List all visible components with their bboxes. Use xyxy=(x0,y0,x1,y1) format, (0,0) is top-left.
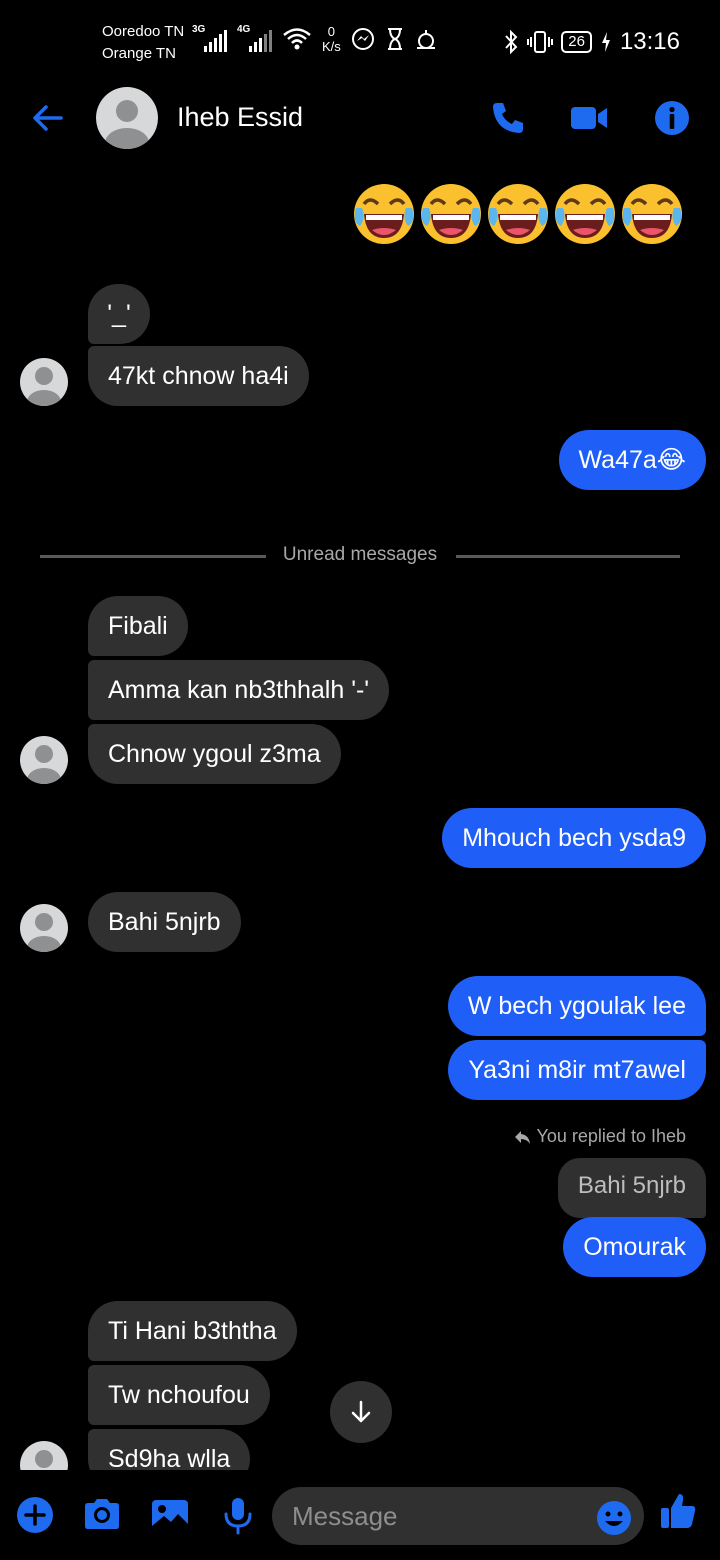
gallery-icon[interactable] xyxy=(149,1494,191,1536)
default-avatar-icon xyxy=(35,1450,53,1468)
back-arrow-icon[interactable] xyxy=(28,98,68,138)
laughing-emoji-icon xyxy=(421,184,481,244)
laughing-emoji-icon xyxy=(488,184,548,244)
sender-avatar[interactable] xyxy=(20,904,68,952)
charging-icon xyxy=(601,32,610,52)
emoji-icon[interactable] xyxy=(595,1499,633,1537)
camera-icon[interactable] xyxy=(81,1494,123,1536)
quoted-message[interactable]: Bahi 5njrb xyxy=(557,1158,706,1218)
clock: 13:16 xyxy=(619,28,680,55)
incoming-message[interactable]: Ti Hani b3ththa xyxy=(88,1301,297,1361)
default-avatar-icon xyxy=(105,100,149,149)
carrier-names: Ooredoo TN Orange TN xyxy=(102,21,184,65)
divider-line xyxy=(456,555,680,558)
network-type-2: 4G xyxy=(237,24,251,35)
conversation-header: Iheb Essid xyxy=(0,84,720,154)
signal-icon-sim1: 3G xyxy=(192,24,227,52)
outgoing-message[interactable]: Ya3ni m8ir mt7awel xyxy=(448,1040,706,1100)
contact-avatar[interactable] xyxy=(96,87,158,149)
incoming-message[interactable]: Fibali xyxy=(88,596,188,656)
emoji-row xyxy=(352,182,684,246)
incoming-message[interactable]: 47kt chnow ha4i xyxy=(88,346,309,406)
scroll-to-bottom-button[interactable] xyxy=(330,1381,392,1443)
message-composer xyxy=(0,1470,720,1560)
network-type-1: 3G xyxy=(192,24,206,35)
incoming-message[interactable]: Chnow ygoul z3ma xyxy=(88,724,341,784)
incoming-message[interactable]: Sd9ha wlla xyxy=(88,1429,251,1470)
incoming-message[interactable]: Tw nchoufou xyxy=(88,1365,270,1425)
laughing-emoji-icon xyxy=(555,184,615,244)
status-icons-left: 3G 4G 0 K/s xyxy=(192,24,437,54)
outgoing-message[interactable]: Mhouch bech ysda9 xyxy=(442,808,706,868)
info-icon[interactable] xyxy=(652,98,692,138)
default-avatar-icon xyxy=(27,745,61,784)
speed-unit: K/s xyxy=(322,39,341,54)
default-avatar-icon xyxy=(27,913,61,952)
wifi-icon xyxy=(283,28,311,50)
hourglass-icon xyxy=(387,28,402,50)
incoming-message[interactable]: Bahi 5njrb xyxy=(88,892,241,952)
battery-indicator: 26 xyxy=(561,31,592,53)
sender-avatar[interactable] xyxy=(20,358,68,406)
messenger-notification-icon xyxy=(351,28,374,50)
bluetooth-icon xyxy=(505,29,518,55)
reply-indicator: You replied to Iheb xyxy=(513,1126,686,1147)
carrier-2: Orange TN xyxy=(102,45,176,62)
laughing-emoji-icon xyxy=(354,184,414,244)
network-speed: 0 K/s xyxy=(322,24,341,54)
outgoing-message[interactable]: Wa47a😂 xyxy=(558,430,706,490)
laughing-emoji-icon xyxy=(622,184,682,244)
sender-avatar[interactable] xyxy=(20,1441,68,1470)
carrier-1: Ooredoo TN xyxy=(102,23,185,40)
unread-divider: Unread messages xyxy=(40,541,680,571)
sender-avatar[interactable] xyxy=(20,736,68,784)
arrow-down-icon xyxy=(351,1400,371,1423)
microphone-icon[interactable] xyxy=(217,1494,259,1536)
default-avatar-icon xyxy=(27,367,61,406)
video-camera-icon[interactable] xyxy=(569,98,609,138)
incoming-message[interactable]: '_' xyxy=(88,284,150,344)
status-bar: Ooredoo TN Orange TN 3G 4G 0 K/s 26 13:1… xyxy=(0,0,720,84)
message-input[interactable] xyxy=(272,1487,644,1545)
reply-label: You replied to Iheb xyxy=(536,1126,686,1146)
contact-name[interactable]: Iheb Essid xyxy=(177,102,303,133)
incoming-message[interactable]: Amma kan nb3thhalh '-' xyxy=(88,660,390,720)
thumbs-up-icon[interactable] xyxy=(657,1490,699,1532)
phone-icon[interactable] xyxy=(488,98,528,138)
message-list[interactable]: '_' 47kt chnow ha4i Wa47a😂 Unread messag… xyxy=(0,154,720,1470)
outgoing-message[interactable]: W bech ygoulak lee xyxy=(447,976,706,1036)
alarm-icon xyxy=(416,30,435,49)
reply-arrow-icon xyxy=(514,1130,530,1144)
signal-icon-sim2: 4G xyxy=(237,24,272,52)
status-icons-right: 26 13:16 xyxy=(503,28,680,56)
vibrate-icon xyxy=(527,31,554,53)
plus-icon[interactable] xyxy=(14,1494,56,1536)
outgoing-message[interactable]: Omourak xyxy=(563,1217,706,1277)
speed-value: 0 xyxy=(327,24,336,39)
